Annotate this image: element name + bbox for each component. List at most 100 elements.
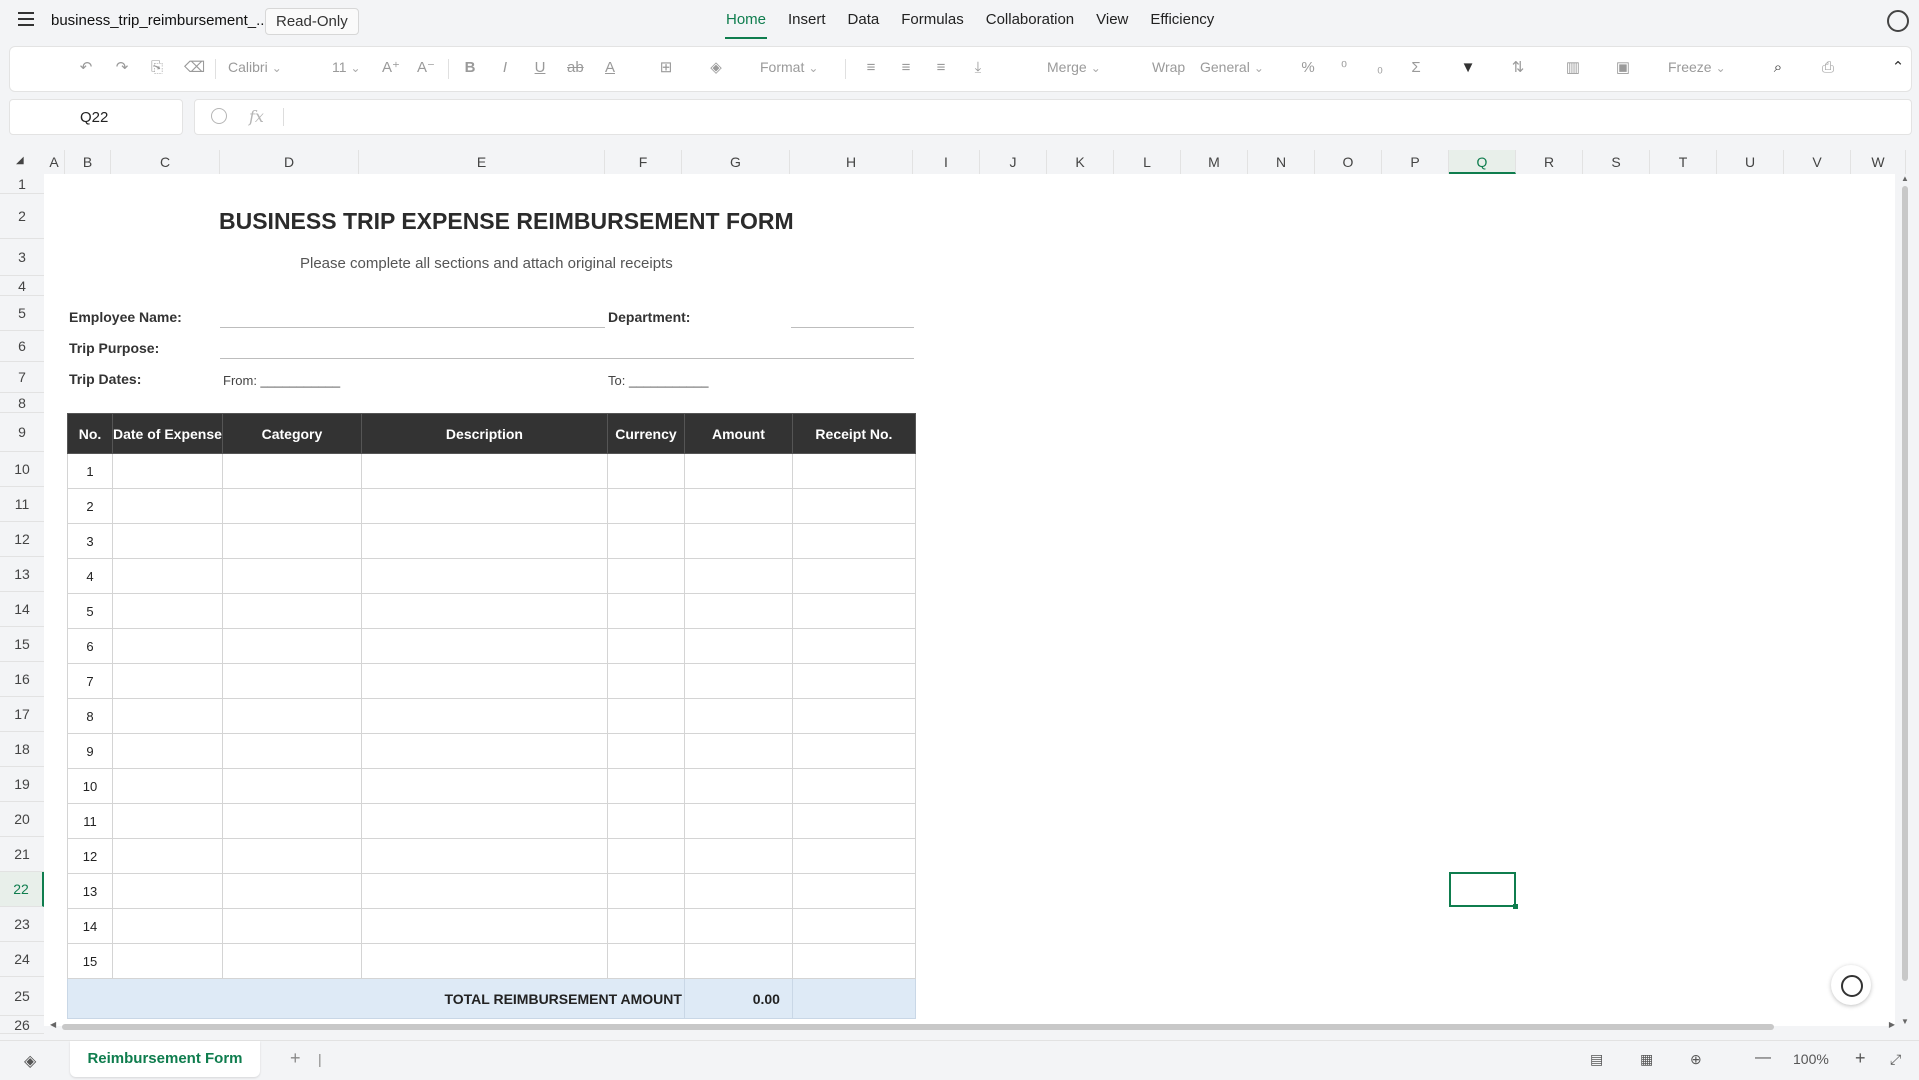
filter-icon[interactable]: ▼ <box>1460 60 1476 76</box>
number-format-select[interactable]: General <box>1200 59 1275 75</box>
search-icon[interactable]: ⌕ <box>1770 60 1786 76</box>
row-number-cell[interactable]: 15 <box>67 943 113 979</box>
column-header-t[interactable]: T <box>1650 150 1717 174</box>
expense-cell[interactable] <box>221 663 362 699</box>
expense-cell[interactable] <box>791 943 916 979</box>
expense-cell[interactable] <box>112 943 223 979</box>
expense-cell[interactable] <box>606 698 685 734</box>
align-left-icon[interactable]: ≡ <box>863 60 879 76</box>
expense-cell[interactable] <box>683 663 793 699</box>
italic-icon[interactable]: I <box>497 60 513 76</box>
image-icon[interactable]: ▣ <box>1615 60 1631 76</box>
column-header-n[interactable]: N <box>1248 150 1315 174</box>
expense-cell[interactable] <box>112 803 223 839</box>
row-header-6[interactable]: 6 <box>0 331 44 362</box>
column-header-j[interactable]: J <box>980 150 1047 174</box>
undo-icon[interactable]: ↶ <box>78 60 94 76</box>
expense-cell[interactable] <box>791 453 916 489</box>
expense-cell[interactable] <box>360 488 608 524</box>
increase-font-icon[interactable]: A⁺ <box>382 60 400 76</box>
expense-cell[interactable] <box>360 523 608 559</box>
expense-cell[interactable] <box>791 663 916 699</box>
row-header-26[interactable]: 26 <box>0 1016 44 1034</box>
expense-cell[interactable] <box>606 803 685 839</box>
sheet-list-icon[interactable]: ◈ <box>24 1051 36 1071</box>
borders-icon[interactable]: ⊞ <box>658 60 674 76</box>
row-header-17[interactable]: 17 <box>0 697 44 732</box>
expense-cell[interactable] <box>683 733 793 769</box>
menu-tab-efficiency[interactable]: Efficiency <box>1139 0 1225 42</box>
column-header-i[interactable]: I <box>913 150 980 174</box>
expense-cell[interactable] <box>112 908 223 944</box>
sort-icon[interactable]: ⇅ <box>1510 60 1526 76</box>
column-header-d[interactable]: D <box>220 150 359 174</box>
expense-cell[interactable] <box>791 523 916 559</box>
zoom-formula-icon[interactable] <box>211 108 227 124</box>
expense-cell[interactable] <box>606 558 685 594</box>
column-header-s[interactable]: S <box>1583 150 1650 174</box>
department-line[interactable] <box>791 327 914 328</box>
row-header-1[interactable]: 1 <box>0 174 44 194</box>
expense-cell[interactable] <box>606 628 685 664</box>
column-header-l[interactable]: L <box>1114 150 1181 174</box>
formula-bar[interactable]: fx <box>194 99 1912 135</box>
comment-icon[interactable]: ▦ <box>1640 1051 1653 1068</box>
column-header-a[interactable]: A <box>44 150 65 174</box>
expense-cell[interactable] <box>606 593 685 629</box>
column-header-q[interactable]: Q <box>1449 150 1516 174</box>
row-header-4[interactable]: 4 <box>0 276 44 296</box>
expense-cell[interactable] <box>221 873 362 909</box>
row-number-cell[interactable]: 12 <box>67 838 113 874</box>
row-header-9[interactable]: 9 <box>0 413 44 452</box>
increase-decimal-icon[interactable]: ⁰ <box>1336 60 1352 76</box>
column-header-v[interactable]: V <box>1784 150 1851 174</box>
paint-format-icon[interactable]: ⎘ <box>149 60 165 76</box>
expense-cell[interactable] <box>360 943 608 979</box>
row-number-cell[interactable]: 9 <box>67 733 113 769</box>
underline-icon[interactable]: U <box>532 60 548 76</box>
row-header-19[interactable]: 19 <box>0 767 44 802</box>
zoom-in-icon[interactable]: + <box>1855 1048 1866 1069</box>
employee-name-line[interactable] <box>220 327 605 328</box>
expense-cell[interactable] <box>606 488 685 524</box>
expense-cell[interactable] <box>360 873 608 909</box>
expense-cell[interactable] <box>791 733 916 769</box>
page-layout-icon[interactable]: ▤ <box>1590 1051 1603 1068</box>
expense-cell[interactable] <box>112 488 223 524</box>
expense-cell[interactable] <box>606 768 685 804</box>
column-header-c[interactable]: C <box>111 150 220 174</box>
row-number-cell[interactable]: 11 <box>67 803 113 839</box>
column-header-f[interactable]: F <box>605 150 682 174</box>
expense-cell[interactable] <box>221 803 362 839</box>
trip-from-field[interactable]: From: ___________ <box>223 373 340 388</box>
sum-icon[interactable]: Σ <box>1408 60 1424 76</box>
row-number-cell[interactable]: 6 <box>67 628 113 664</box>
expense-cell[interactable] <box>683 488 793 524</box>
expense-cell[interactable] <box>221 593 362 629</box>
row-header-13[interactable]: 13 <box>0 557 44 592</box>
expense-cell[interactable] <box>683 453 793 489</box>
expense-cell[interactable] <box>360 453 608 489</box>
fullscreen-icon[interactable]: ⤢ <box>1890 1051 1901 1068</box>
expense-cell[interactable] <box>221 908 362 944</box>
row-number-cell[interactable]: 14 <box>67 908 113 944</box>
add-sheet-icon[interactable]: + <box>290 1048 301 1069</box>
expense-cell[interactable] <box>791 488 916 524</box>
row-header-11[interactable]: 11 <box>0 487 44 522</box>
column-header-m[interactable]: M <box>1181 150 1248 174</box>
expense-cell[interactable] <box>221 488 362 524</box>
row-header-21[interactable]: 21 <box>0 837 44 872</box>
print-icon[interactable]: ⎙ <box>1820 60 1836 76</box>
expense-cell[interactable] <box>606 838 685 874</box>
assistant-icon[interactable] <box>1887 10 1909 32</box>
column-header-b[interactable]: B <box>65 150 111 174</box>
freeze-button[interactable]: Freeze <box>1668 59 1726 75</box>
name-box[interactable]: Q22 <box>9 99 183 135</box>
zoom-level[interactable]: 100% <box>1793 1051 1829 1067</box>
row-header-12[interactable]: 12 <box>0 522 44 557</box>
clear-format-icon[interactable]: ⌫ <box>184 60 205 76</box>
expense-cell[interactable] <box>791 628 916 664</box>
font-family-select[interactable]: Calibri <box>228 59 298 75</box>
chart-icon[interactable]: ▥ <box>1565 60 1581 76</box>
column-header-u[interactable]: U <box>1717 150 1784 174</box>
